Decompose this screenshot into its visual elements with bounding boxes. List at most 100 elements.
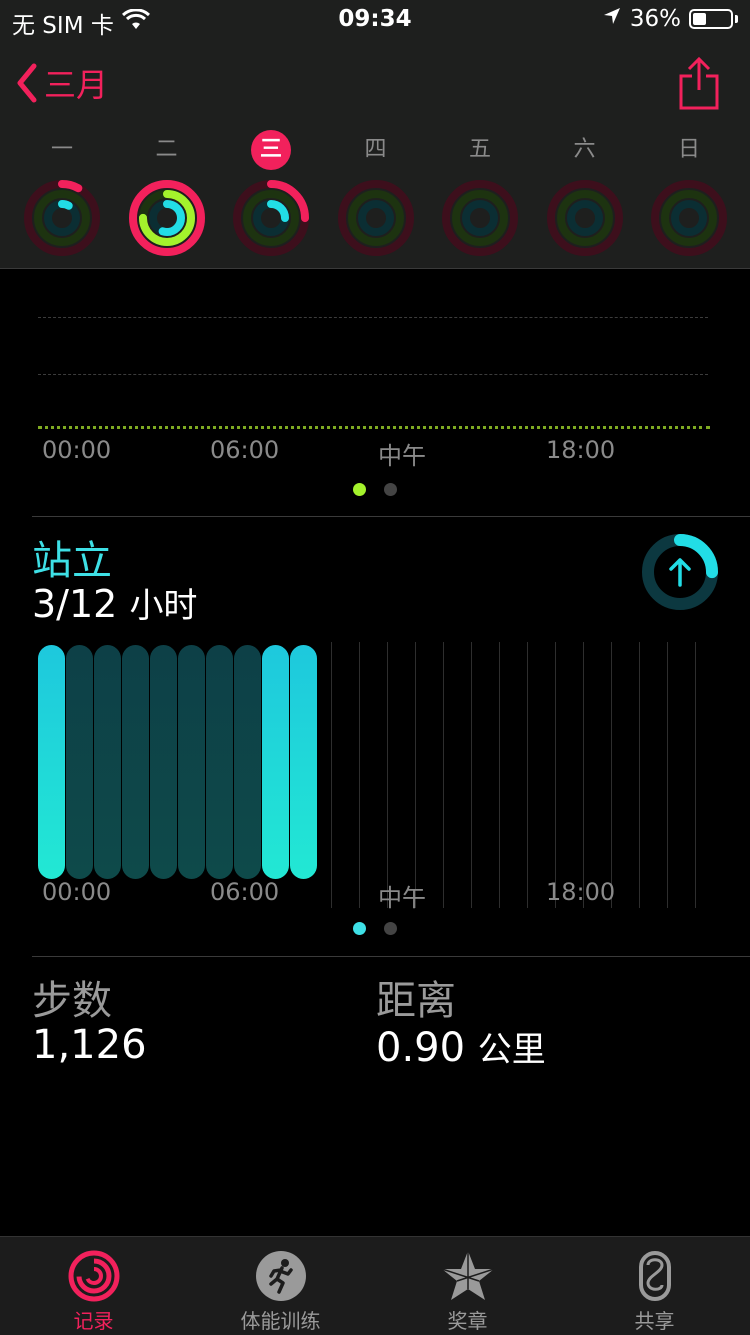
page-indicator[interactable] [0,483,750,496]
day-label: 二 [155,137,178,162]
day-5[interactable]: 五 [428,130,532,260]
stand-count: 3/12 小时 [32,578,197,627]
x-tick-label: 00:00 [42,878,112,906]
page-dot-active[interactable] [353,922,366,935]
activity-ring [651,180,727,256]
chart-gridline [38,317,708,318]
stand-hour-bar [38,645,65,879]
day-1[interactable]: 一 [10,130,114,260]
stand-hour-gridline [443,642,444,908]
x-tick-label: 中午 [378,884,426,912]
location-arrow-icon [602,6,622,32]
day-4[interactable]: 四 [324,130,428,260]
tab-awards[interactable]: 奖章 [374,1237,561,1335]
day-3[interactable]: 三 [219,130,323,260]
tab-label: 共享 [634,1309,675,1333]
day-label: 六 [573,137,596,162]
tab-label: 体能训练 [240,1309,321,1333]
activity-ring [337,180,414,256]
stand-ring-track [566,200,603,236]
back-button[interactable]: 三月 [16,60,108,106]
tab-sharing[interactable]: 共享 [561,1237,748,1335]
stand-progress-ring [642,534,718,610]
stand-unit: 小时 [129,586,198,626]
activity-ring [24,180,100,256]
x-tick-label: 18:00 [546,878,616,906]
stand-hour-gridline [583,642,584,908]
x-tick-label: 06:00 [210,878,280,906]
stand-hour-bar [290,645,317,879]
stand-hour-bar [262,645,289,879]
section-divider [32,956,750,957]
tab-label: 奖章 [447,1309,488,1333]
stand-hour-gridline [387,642,388,908]
chevron-left-icon [17,63,37,103]
battery-percent: 36% [629,6,681,32]
battery-tip [735,15,738,23]
arrow-up-icon [669,558,691,587]
exercise-baseline [38,426,710,429]
stand-hour-bar [122,645,149,879]
stand-hour-gridline [555,642,556,908]
stand-hour-gridline [415,642,416,908]
day-7[interactable]: 日 [637,130,741,260]
distance-value-group: 0.90 公里 [376,1022,546,1071]
tab-workouts[interactable]: 体能训练 [187,1237,374,1335]
stand-value: 3/12 [32,582,118,626]
tab-activity[interactable]: 记录 [0,1237,187,1335]
stand-hour-gridline [639,642,640,908]
exercise-chart: 00:00 06:00 中午 18:00 [0,270,750,510]
stand-hour-bar [150,645,177,879]
page-indicator[interactable] [0,922,750,935]
award-star-icon [441,1251,494,1300]
distance-unit: 公里 [477,1030,546,1070]
stand-chart: 00:00 06:00 中午 18:00 [38,642,712,912]
page-dot[interactable] [384,922,397,935]
stand-hour-bar [94,645,121,879]
stand-hour-bar [178,645,205,879]
x-tick-label: 00:00 [42,436,112,464]
status-right: 36% [602,6,738,32]
section-divider [32,516,750,517]
distance-value: 0.90 [376,1025,466,1071]
activity-ring [442,180,518,256]
battery-fill [693,13,706,25]
x-tick-label: 06:00 [210,436,280,464]
day-label: 三 [251,130,291,170]
page-dot-active[interactable] [353,483,366,496]
battery-icon [689,9,733,29]
stand-hour-gridline [527,642,528,908]
stand-hour-gridline [331,642,332,908]
activity-ring [128,180,205,256]
stand-ring-track [357,200,394,236]
tab-label: 记录 [73,1309,114,1333]
day-label: 一 [50,137,73,162]
sharing-icon [638,1251,671,1301]
stand-ring-track [462,200,498,236]
back-label: 三月 [44,66,109,104]
stand-hour-bar [234,645,261,879]
x-tick-label: 18:00 [546,436,616,464]
distance-label: 距离 [376,978,456,1024]
day-label: 日 [677,137,700,162]
stand-hour-gridline [359,642,360,908]
chart-gridline [38,374,708,375]
stand-ring [640,532,720,616]
header: 无 SIM 卡 09:34 36% 三月 一 二 三 四 五 六 日 [0,0,750,269]
stand-hour-bar [66,645,93,879]
activity-rings-icon [68,1250,119,1302]
x-tick-label: 中午 [378,442,426,470]
tab-bar: 记录 体能训练 奖章 共享 [0,1236,750,1335]
steps-value: 1,126 [32,1022,147,1068]
day-6[interactable]: 六 [533,130,637,260]
share-button[interactable] [678,56,720,114]
steps-label: 步数 [32,978,112,1024]
stand-hour-bar [206,645,233,879]
stand-hour-gridline [499,642,500,908]
day-2[interactable]: 二 [115,130,219,260]
page-dot[interactable] [384,483,397,496]
stats-section: 步数 1,126 距离 0.90 公里 [0,960,750,1090]
share-icon [679,56,719,110]
stand-hour-gridline [695,642,696,908]
activity-ring [233,180,309,256]
